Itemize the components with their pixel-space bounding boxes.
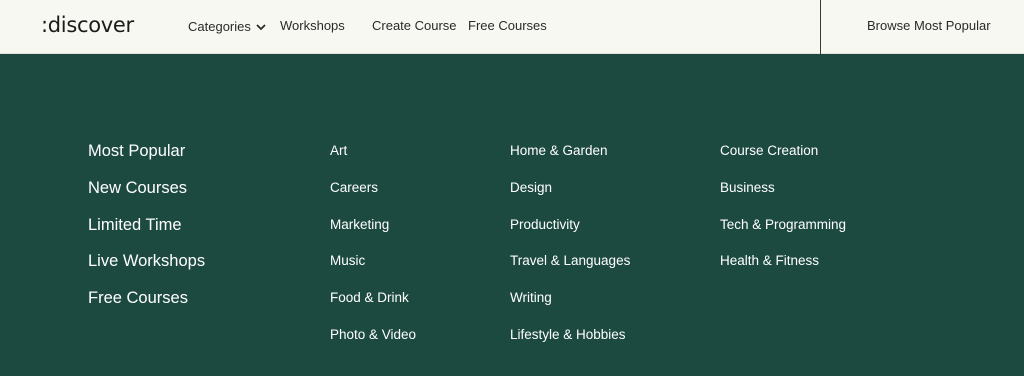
category-link-travel-languages[interactable]: Travel & Languages <box>510 243 630 280</box>
category-link-marketing[interactable]: Marketing <box>330 207 416 244</box>
category-column-3: Course Creation Business Tech & Programm… <box>720 133 846 280</box>
menu-link-most-popular[interactable]: Most Popular <box>88 133 205 170</box>
browse-most-popular-link[interactable]: Browse Most Popular <box>867 18 991 33</box>
site-logo[interactable]: :discover <box>41 13 134 37</box>
category-column-1: Art Careers Marketing Music Food & Drink… <box>330 133 416 354</box>
nav-free-courses-link[interactable]: Free Courses <box>468 18 547 33</box>
category-link-photo-video[interactable]: Photo & Video <box>330 317 416 354</box>
category-link-design[interactable]: Design <box>510 170 630 207</box>
category-column-2: Home & Garden Design Productivity Travel… <box>510 133 630 354</box>
category-link-writing[interactable]: Writing <box>510 280 630 317</box>
menu-link-free-courses[interactable]: Free Courses <box>88 280 205 317</box>
category-link-health-fitness[interactable]: Health & Fitness <box>720 243 846 280</box>
featured-links-column: Most Popular New Courses Limited Time Li… <box>88 133 205 317</box>
category-link-food-drink[interactable]: Food & Drink <box>330 280 416 317</box>
nav-workshops-link[interactable]: Workshops <box>280 18 345 33</box>
categories-mega-menu: Most Popular New Courses Limited Time Li… <box>0 54 1024 376</box>
menu-link-live-workshops[interactable]: Live Workshops <box>88 243 205 280</box>
category-link-tech-programming[interactable]: Tech & Programming <box>720 207 846 244</box>
category-link-business[interactable]: Business <box>720 170 846 207</box>
category-link-music[interactable]: Music <box>330 243 416 280</box>
category-link-art[interactable]: Art <box>330 133 416 170</box>
header-divider <box>820 0 821 54</box>
categories-dropdown[interactable]: Categories <box>188 18 266 34</box>
menu-link-limited-time[interactable]: Limited Time <box>88 207 205 244</box>
chevron-down-icon <box>256 19 266 34</box>
category-link-home-garden[interactable]: Home & Garden <box>510 133 630 170</box>
nav-create-course-link[interactable]: Create Course <box>372 18 457 33</box>
category-link-lifestyle-hobbies[interactable]: Lifestyle & Hobbies <box>510 317 630 354</box>
category-link-course-creation[interactable]: Course Creation <box>720 133 846 170</box>
top-navigation-bar: :discover Categories Workshops Create Co… <box>0 0 1024 54</box>
category-link-productivity[interactable]: Productivity <box>510 207 630 244</box>
menu-link-new-courses[interactable]: New Courses <box>88 170 205 207</box>
categories-label: Categories <box>188 18 251 34</box>
category-link-careers[interactable]: Careers <box>330 170 416 207</box>
